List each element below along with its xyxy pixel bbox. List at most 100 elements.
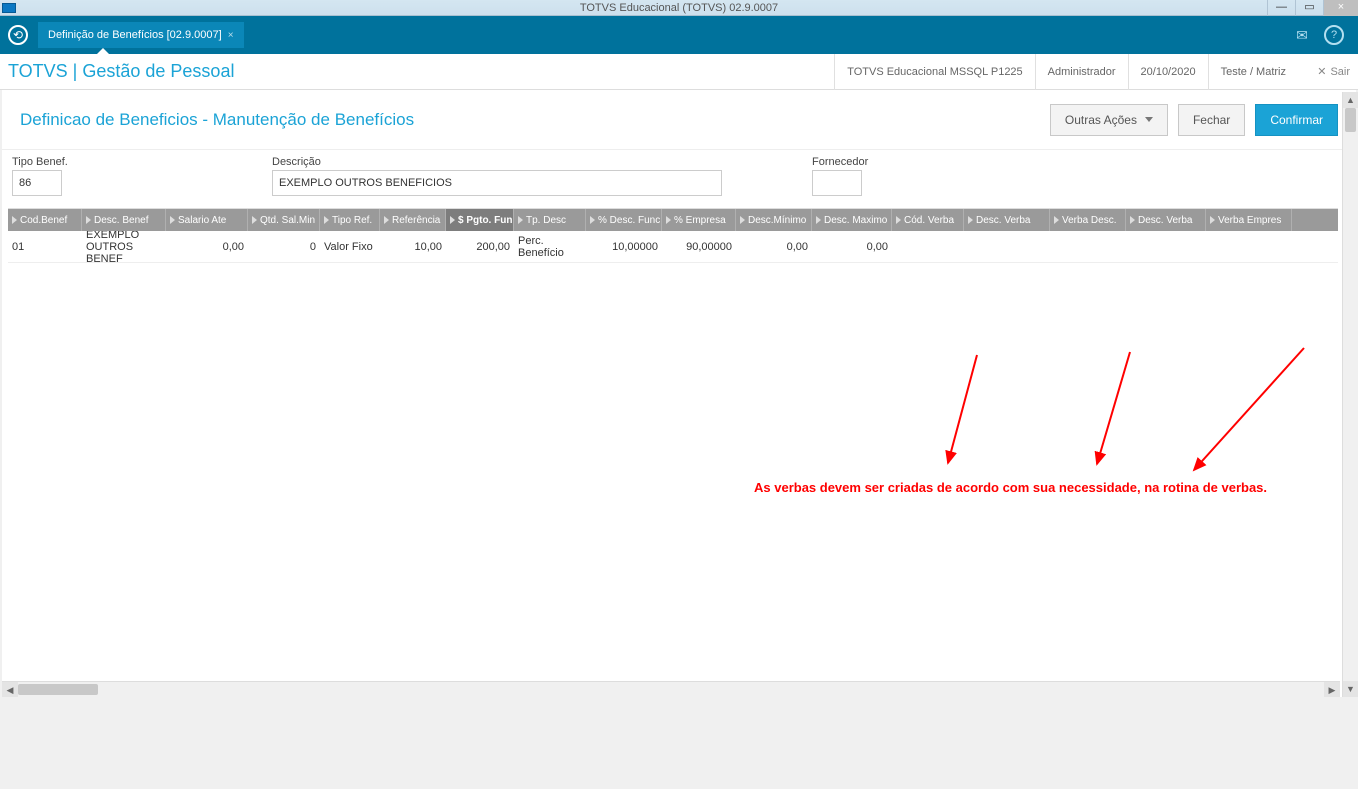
column-label: Qtd. Sal.Min [260, 215, 315, 226]
page-hscrollbar[interactable]: ◀ ▶ [2, 681, 1340, 697]
column-label: Cód. Verba [904, 215, 954, 226]
mail-icon[interactable]: ✉ [1292, 25, 1312, 45]
sort-icon [896, 216, 901, 224]
tab-label: Definição de Benefícios [02.9.0007] [48, 29, 222, 41]
column-header[interactable]: Verba Empres [1206, 209, 1292, 231]
scroll-right-icon[interactable]: ▶ [1324, 682, 1340, 697]
annotation-text: As verbas devem ser criadas de acordo co… [754, 480, 1267, 495]
env-label: TOTVS Educacional MSSQL P1225 [834, 54, 1034, 90]
column-label: Cod.Benef [20, 215, 67, 226]
column-header[interactable]: Salario Ate [166, 209, 248, 231]
outras-acoes-button[interactable]: Outras Ações [1050, 104, 1168, 136]
column-header[interactable]: % Empresa [662, 209, 736, 231]
sort-icon [740, 216, 745, 224]
benefits-table: Cod.Benef Desc. Benef Salario Ate Qtd. Sal.… [8, 208, 1338, 675]
descricao-input[interactable] [272, 170, 722, 196]
sort-icon [252, 216, 257, 224]
status-strip: TOTVS Educacional MSSQL P1225 Administra… [834, 54, 1298, 89]
column-header[interactable]: Desc. Verba [1126, 209, 1206, 231]
column-label: Desc. Verba [976, 215, 1030, 226]
scroll-up-icon[interactable]: ▲ [1343, 92, 1358, 108]
scroll-down-icon[interactable]: ▼ [1343, 681, 1358, 697]
table-header: Cod.Benef Desc. Benef Salario Ate Qtd. Sal.… [8, 209, 1338, 231]
column-header[interactable]: Verba Desc. [1050, 209, 1126, 231]
page-vscrollbar[interactable]: ▲ ▼ [1342, 92, 1358, 697]
column-header[interactable]: Desc. Maximo [812, 209, 892, 231]
column-header[interactable]: $ Pgto. Fun. [446, 209, 514, 231]
sort-icon [518, 216, 523, 224]
context-label: Teste / Matriz [1208, 54, 1298, 90]
fornecedor-label: Fornecedor [812, 156, 912, 168]
column-label: Salario Ate [178, 215, 226, 226]
table-cell: 200,00 [446, 231, 514, 262]
table-cell [1126, 231, 1206, 262]
module-tabbar: ⟲ Definição de Benefícios [02.9.0007] × … [0, 16, 1358, 54]
column-header[interactable]: Desc. Verba [964, 209, 1050, 231]
sort-icon [1054, 216, 1059, 224]
window-controls: — ▭ × [1267, 0, 1358, 16]
table-cell: 01 [8, 231, 82, 262]
window-title: TOTVS Educacional (TOTVS) 02.9.0007 [580, 2, 778, 14]
column-label: Verba Desc. [1062, 215, 1116, 226]
back-button[interactable]: ⟲ [0, 16, 36, 54]
column-header[interactable]: Tp. Desc [514, 209, 586, 231]
sort-icon [968, 216, 973, 224]
column-label: Tipo Ref. [332, 215, 372, 226]
sort-icon [666, 216, 671, 224]
page-title: Definicao de Beneficios - Manutenção de … [20, 110, 414, 130]
table-cell [892, 231, 964, 262]
os-titlebar: TOTVS Educacional (TOTVS) 02.9.0007 — ▭ … [0, 0, 1358, 16]
column-label: Desc.Mínimo [748, 215, 806, 226]
fornecedor-input[interactable] [812, 170, 862, 196]
table-row[interactable]: 01EXEMPLO OUTROS BENEF0,000Valor Fixo10,… [8, 231, 1338, 263]
app-bar: TOTVS | Gestão de Pessoal TOTVS Educacio… [0, 54, 1358, 90]
table-cell: 0 [248, 231, 320, 262]
column-header[interactable]: Cód. Verba [892, 209, 964, 231]
column-label: Verba Empres [1218, 215, 1281, 226]
column-header[interactable]: Referência [380, 209, 446, 231]
column-header[interactable]: Desc.Mínimo [736, 209, 812, 231]
table-cell: Valor Fixo [320, 231, 380, 262]
scroll-left-icon[interactable]: ◀ [2, 682, 18, 697]
table-cell: 0,00 [812, 231, 892, 262]
descricao-label: Descrição [272, 156, 812, 168]
table-cell: EXEMPLO OUTROS BENEF [82, 231, 166, 262]
column-header[interactable]: % Desc. Func [586, 209, 662, 231]
column-label: Referência [392, 215, 440, 226]
field-descricao: Descrição [272, 156, 812, 196]
close-button[interactable]: × [1323, 0, 1358, 16]
fechar-button[interactable]: Fechar [1178, 104, 1245, 136]
table-cell [1206, 231, 1292, 262]
tipo-benef-input[interactable] [12, 170, 62, 196]
column-header[interactable]: Qtd. Sal.Min [248, 209, 320, 231]
table-cell: 0,00 [736, 231, 812, 262]
column-header[interactable]: Tipo Ref. [320, 209, 380, 231]
content-frame: Definicao de Beneficios - Manutenção de … [2, 90, 1356, 697]
column-label: Tp. Desc [526, 215, 566, 226]
column-label: Desc. Maximo [824, 215, 887, 226]
help-icon[interactable]: ? [1324, 25, 1344, 45]
column-label: % Desc. Func [598, 215, 660, 226]
sort-icon [590, 216, 595, 224]
confirmar-button[interactable]: Confirmar [1255, 104, 1338, 136]
exit-button[interactable]: ✕ Sair [1317, 65, 1350, 78]
column-header[interactable]: Desc. Benef [82, 209, 166, 231]
tab-close-icon[interactable]: × [228, 30, 234, 41]
table-cell: 10,00000 [586, 231, 662, 262]
sort-icon [170, 216, 175, 224]
form-row: Tipo Benef. Descrição Fornecedor [2, 150, 1356, 208]
column-label: $ Pgto. Fun. [458, 215, 514, 226]
table-cell: 0,00 [166, 231, 248, 262]
table-cell [1050, 231, 1126, 262]
minimize-button[interactable]: — [1267, 0, 1295, 16]
app-icon [2, 3, 16, 13]
sort-icon [12, 216, 17, 224]
exit-x-icon: ✕ [1317, 65, 1326, 78]
column-header[interactable]: Cod.Benef [8, 209, 82, 231]
table-cell: Perc. Benefício [514, 231, 586, 262]
sort-icon [450, 216, 455, 224]
tab-definicao-beneficios[interactable]: Definição de Benefícios [02.9.0007] × [38, 22, 244, 48]
field-fornecedor: Fornecedor [812, 156, 912, 196]
sort-icon [816, 216, 821, 224]
maximize-button[interactable]: ▭ [1295, 0, 1323, 16]
